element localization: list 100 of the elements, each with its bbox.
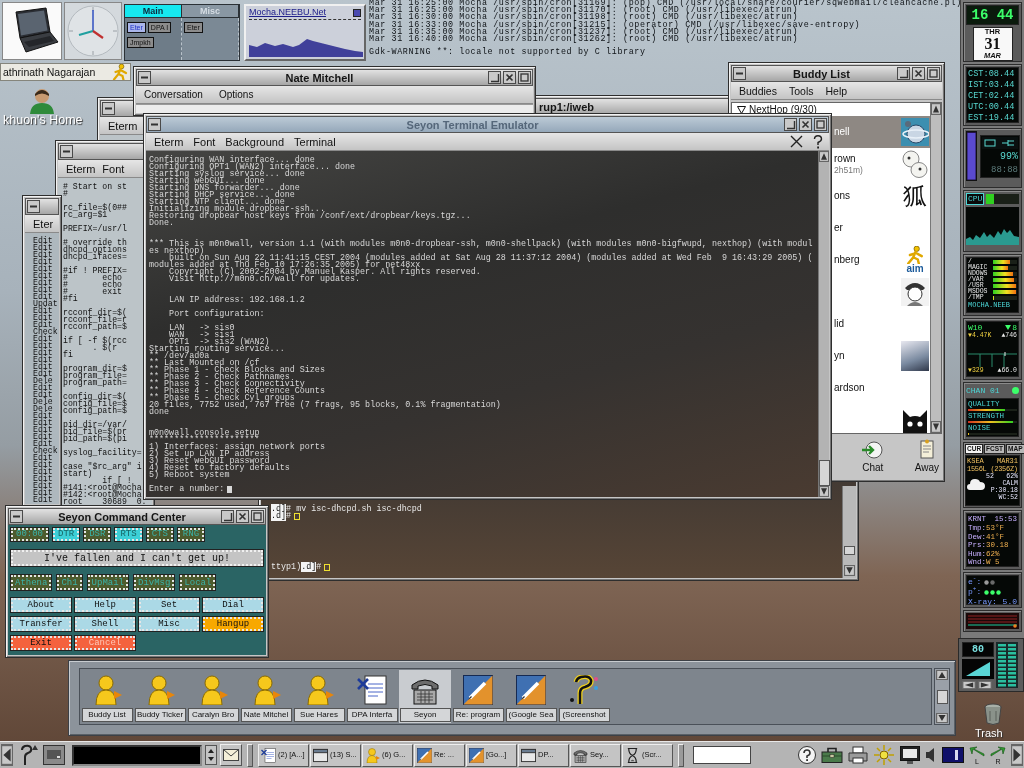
command-button[interactable]: Shell (75, 617, 135, 631)
menu-item[interactable]: Tools (788, 83, 814, 98)
buddy-row[interactable]: nberg aim (832, 244, 930, 276)
printer-icon[interactable] (848, 746, 868, 764)
menu-item[interactable]: Font (102, 161, 125, 176)
scrollbar-thumb[interactable] (844, 546, 855, 555)
input-field[interactable] (693, 746, 751, 764)
away-button[interactable]: Away (914, 439, 939, 474)
window-menu-icon[interactable] (733, 67, 746, 80)
toolbox-icon[interactable] (821, 747, 843, 763)
command-button[interactable]: Set (139, 598, 199, 612)
dock-item[interactable]: Re: program (452, 670, 504, 723)
close-icon[interactable] (912, 67, 925, 80)
help-icon[interactable] (813, 134, 823, 149)
laptop-icon[interactable] (2, 2, 62, 60)
scroll-up-icon[interactable] (936, 670, 948, 680)
minimize-icon[interactable] (221, 510, 234, 523)
close-icon[interactable] (790, 135, 803, 148)
window-menu-icon[interactable] (138, 71, 151, 84)
buddy-row[interactable]: ons 狐 (832, 180, 930, 212)
right-arrow-icon[interactable] (978, 681, 992, 689)
dock-item[interactable]: Buddy List (81, 670, 133, 723)
left-arrow-icon[interactable] (1, 744, 13, 766)
menu-item[interactable]: Eterm (108, 118, 138, 133)
scrollbar-track[interactable] (842, 486, 856, 578)
menu-item[interactable]: Eterm (66, 161, 96, 176)
command-field[interactable] (72, 744, 202, 766)
up-down-arrows-icon[interactable] (205, 745, 217, 765)
dock-item[interactable]: (Screenshot (558, 670, 610, 723)
menu-item[interactable]: Background (225, 134, 285, 149)
window-menu-icon[interactable] (60, 145, 73, 158)
command-button[interactable]: Help (75, 598, 135, 612)
dock-item[interactable]: Nate Mitchel (240, 670, 292, 723)
window-menu-icon[interactable] (148, 118, 161, 131)
window-menu-icon[interactable] (27, 200, 40, 213)
envelope-button[interactable] (220, 744, 242, 766)
maximize-icon[interactable] (518, 71, 531, 84)
scrollbar-thumb[interactable] (936, 689, 948, 704)
buddy-row[interactable]: lid (832, 308, 930, 340)
command-button[interactable]: Hangup (203, 617, 263, 631)
scrollbar-thumb[interactable] (819, 460, 830, 486)
command-button[interactable]: About (11, 598, 71, 612)
window-menu-icon[interactable] (10, 510, 23, 523)
scroll-down-icon[interactable] (936, 713, 948, 723)
close-icon[interactable] (799, 118, 812, 131)
speaker-icon[interactable] (925, 747, 937, 763)
buddy-row[interactable]: er (832, 212, 930, 244)
menu-item[interactable]: Eterm (154, 134, 184, 149)
minimize-icon[interactable] (488, 71, 501, 84)
trash-icon[interactable] (984, 703, 1002, 725)
scroll-down-icon[interactable] (844, 565, 855, 576)
scroll-up-icon[interactable] (819, 151, 829, 162)
display-icon[interactable] (942, 747, 964, 763)
drive-icon[interactable] (43, 745, 65, 765)
buddy-row[interactable]: yn (832, 340, 930, 372)
command-button[interactable]: Dial (203, 598, 263, 612)
monitor-icon[interactable] (900, 746, 920, 764)
left-arrow-icon[interactable] (962, 681, 976, 689)
dock-item[interactable]: Caralyn Bro (187, 670, 239, 723)
maximize-icon[interactable] (251, 510, 264, 523)
menu-item[interactable]: Terminal (294, 134, 336, 149)
person-icon[interactable] (27, 86, 57, 114)
minimize-icon[interactable] (897, 67, 910, 80)
command-button[interactable]: Transfer (11, 617, 71, 631)
dock-item[interactable]: Seyon (399, 670, 451, 723)
resize-handle[interactable] (678, 743, 684, 767)
dock-item[interactable]: Sue Hares (293, 670, 345, 723)
menu-item[interactable]: Font (193, 134, 216, 149)
menu-item[interactable]: Options (218, 87, 254, 102)
desk-tab[interactable]: Main (125, 5, 182, 18)
maximize-icon[interactable] (927, 67, 940, 80)
buddy-row[interactable]: rown 2h51m) (832, 148, 930, 180)
close-icon[interactable] (236, 510, 249, 523)
host-link[interactable]: Mocha.NEEBU.Net (249, 7, 327, 18)
scroll-down-icon[interactable] (819, 486, 829, 497)
command-button[interactable]: Exit (11, 636, 71, 650)
scrollbar-track[interactable] (818, 151, 829, 497)
buddy-row[interactable]: ardson (832, 372, 930, 404)
menu-item[interactable]: Eter (33, 216, 54, 231)
menu-item[interactable]: Conversation (144, 87, 203, 102)
group-row[interactable]: NextHop (9/30) (732, 103, 930, 116)
dock-item[interactable]: (Google Sea (505, 670, 557, 723)
buddy-row[interactable]: nell (832, 116, 930, 148)
scroll-down-icon[interactable] (931, 421, 941, 433)
dock-item[interactable]: DPA Interfa (346, 670, 398, 723)
close-icon[interactable] (503, 71, 516, 84)
scrollbar-track[interactable] (934, 668, 950, 725)
command-button[interactable]: Misc (139, 617, 199, 631)
window-menu-icon[interactable] (102, 102, 115, 115)
menu-item[interactable]: Help (825, 83, 848, 98)
banner-button[interactable]: I've fallen and I can't get up! (11, 550, 263, 566)
maximize-icon[interactable] (814, 118, 827, 131)
menu-item[interactable]: Buddies (739, 83, 777, 98)
minimize-icon[interactable] (784, 118, 797, 131)
right-arrow-icon[interactable] (1011, 744, 1023, 766)
chat-button[interactable]: Chat (860, 441, 885, 474)
scroll-up-icon[interactable] (931, 103, 941, 115)
scrollbar-track[interactable] (930, 103, 941, 433)
sun-icon[interactable] (873, 744, 895, 766)
dock-item[interactable]: Buddy Ticker (134, 670, 186, 723)
